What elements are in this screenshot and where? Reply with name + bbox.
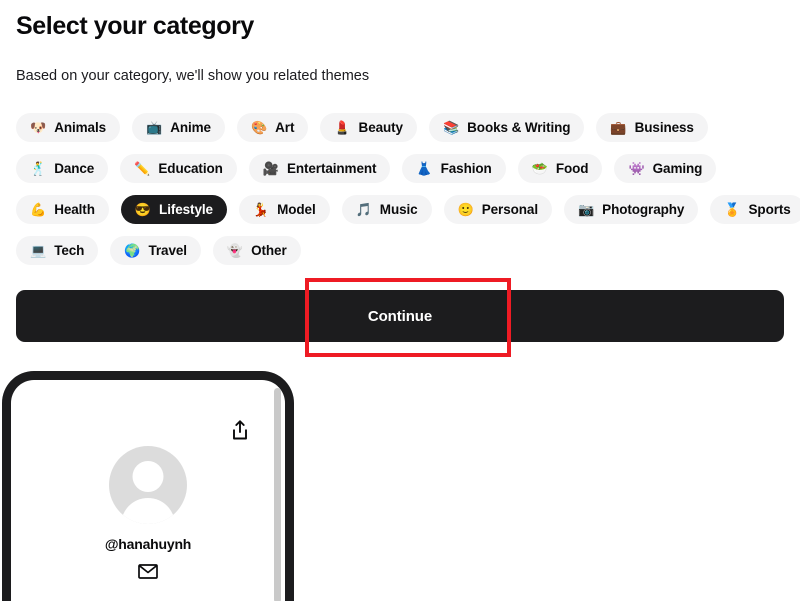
category-chip-lifestyle[interactable]: 😎 Lifestyle <box>120 195 227 224</box>
smiling-face-with-sunglasses-emoji: 😎 <box>134 202 152 217</box>
alien-monster-emoji: 👾 <box>628 161 645 176</box>
category-chip-label: Lifestyle <box>159 201 213 217</box>
category-chip-tech[interactable]: 💻 Tech <box>16 236 99 265</box>
category-chip-label: Other <box>251 242 287 258</box>
mail-icon[interactable] <box>138 564 158 579</box>
category-chip-travel[interactable]: 🌍 Travel <box>110 236 201 265</box>
category-chip-entertainment[interactable]: 🎥 Entertainment <box>248 154 391 183</box>
preview-scrollbar[interactable] <box>274 388 281 601</box>
dress-emoji: 👗 <box>416 161 433 176</box>
category-chip-other[interactable]: 👻 Other <box>212 236 301 265</box>
category-chip-label: Dance <box>54 160 95 176</box>
category-chip-food[interactable]: 🥗 Food <box>517 154 603 183</box>
category-chip-label: Gaming <box>652 160 703 176</box>
category-chip-label: Music <box>379 201 418 217</box>
category-chip-anime[interactable]: 📺 Anime <box>132 113 225 142</box>
category-chip-books-writing[interactable]: 📚 Books & Writing <box>428 113 585 142</box>
category-chip-art[interactable]: 🎨 Art <box>236 113 309 142</box>
category-chip-photography[interactable]: 📷 Photography <box>563 195 699 224</box>
preview-username: @hanahuynh <box>104 536 192 552</box>
category-chip-row: 💪 Health 😎 Lifestyle 💃 Model 🎵 Music 🙂 Personal 📷 P… <box>16 195 800 224</box>
category-chip-label: Fashion <box>440 160 492 176</box>
category-chip-animals[interactable]: 🐶 Animals <box>16 113 121 142</box>
category-chip-label: Sports <box>748 201 791 217</box>
slightly-smiling-face-emoji: 🙂 <box>457 202 474 217</box>
category-chip-beauty[interactable]: 💄 Beauty <box>320 113 417 142</box>
category-chip-dance[interactable]: 🕺 Dance <box>16 154 109 183</box>
category-chip-fashion[interactable]: 👗 Fashion <box>402 154 506 183</box>
flexed-biceps-emoji: 💪 <box>30 202 47 217</box>
laptop-emoji: 💻 <box>30 243 47 258</box>
television-emoji: 📺 <box>146 120 163 135</box>
category-chip-row: 💻 Tech 🌍 Travel 👻 Other <box>16 236 792 265</box>
category-chip-model[interactable]: 💃 Model <box>238 195 330 224</box>
category-chip-label: Art <box>275 119 295 135</box>
briefcase-emoji: 💼 <box>610 120 627 135</box>
category-chip-row: 🕺 Dance ✏️ Education 🎥 Entertainment 👗 Fashion 🥗… <box>16 154 792 183</box>
category-chip-label: Food <box>555 160 589 176</box>
avatar-head-shape <box>132 461 164 492</box>
continue-button[interactable]: Continue <box>16 290 784 342</box>
phone-preview: @hanahuynh <box>2 371 294 601</box>
avatar-body-shape <box>121 498 175 524</box>
category-chip-label: Photography <box>602 201 685 217</box>
category-chip-label: Health <box>54 201 95 217</box>
avatar <box>109 446 187 524</box>
ghost-emoji: 👻 <box>226 243 244 258</box>
category-chip-label: Personal <box>481 201 538 217</box>
category-chip-row: 🐶 Animals 📺 Anime 🎨 Art 💄 Beauty 📚 Books & Writin… <box>16 113 792 142</box>
dog-face-emoji: 🐶 <box>30 120 47 135</box>
category-chip-label: Anime <box>170 119 211 135</box>
category-chip-label: Animals <box>54 119 107 135</box>
category-selection-page: Select your category Based on your categ… <box>0 0 800 601</box>
category-chip-business[interactable]: 💼 Business <box>596 113 708 142</box>
category-chip-label: Model <box>277 201 316 217</box>
category-chip-label: Business <box>634 119 694 135</box>
category-chip-label: Tech <box>54 242 85 258</box>
page-subtitle: Based on your category, we'll show you r… <box>16 68 370 84</box>
category-chip-music[interactable]: 🎵 Music <box>341 195 432 224</box>
dancer-emoji: 🕺 <box>30 161 47 176</box>
lipstick-emoji: 💄 <box>334 120 351 135</box>
sports-medal-emoji: 🏅 <box>724 202 741 217</box>
dancing-woman-emoji: 💃 <box>252 202 270 217</box>
musical-note-emoji: 🎵 <box>355 202 372 217</box>
books-emoji: 📚 <box>442 120 460 135</box>
category-chip-label: Books & Writing <box>467 119 571 135</box>
category-chip-label: Travel <box>148 242 187 258</box>
category-chip-label: Entertainment <box>286 160 377 176</box>
movie-camera-emoji: 🎥 <box>262 161 279 176</box>
category-chip-list: 🐶 Animals 📺 Anime 🎨 Art 💄 Beauty 📚 Books & Writin… <box>16 113 800 277</box>
artist-palette-emoji: 🎨 <box>250 120 268 135</box>
camera-emoji: 📷 <box>577 202 595 217</box>
category-chip-label: Education <box>158 160 223 176</box>
category-chip-label: Beauty <box>358 119 404 135</box>
salad-emoji: 🥗 <box>531 161 548 176</box>
category-chip-sports[interactable]: 🏅 Sports <box>710 195 800 224</box>
pencil-emoji: ✏️ <box>134 161 151 176</box>
share-icon[interactable] <box>231 420 249 440</box>
globe-emoji: 🌍 <box>124 243 141 258</box>
category-chip-personal[interactable]: 🙂 Personal <box>443 195 552 224</box>
category-chip-gaming[interactable]: 👾 Gaming <box>614 154 717 183</box>
category-chip-health[interactable]: 💪 Health <box>16 195 109 224</box>
page-title: Select your category <box>16 12 254 40</box>
category-chip-education[interactable]: ✏️ Education <box>120 154 237 183</box>
